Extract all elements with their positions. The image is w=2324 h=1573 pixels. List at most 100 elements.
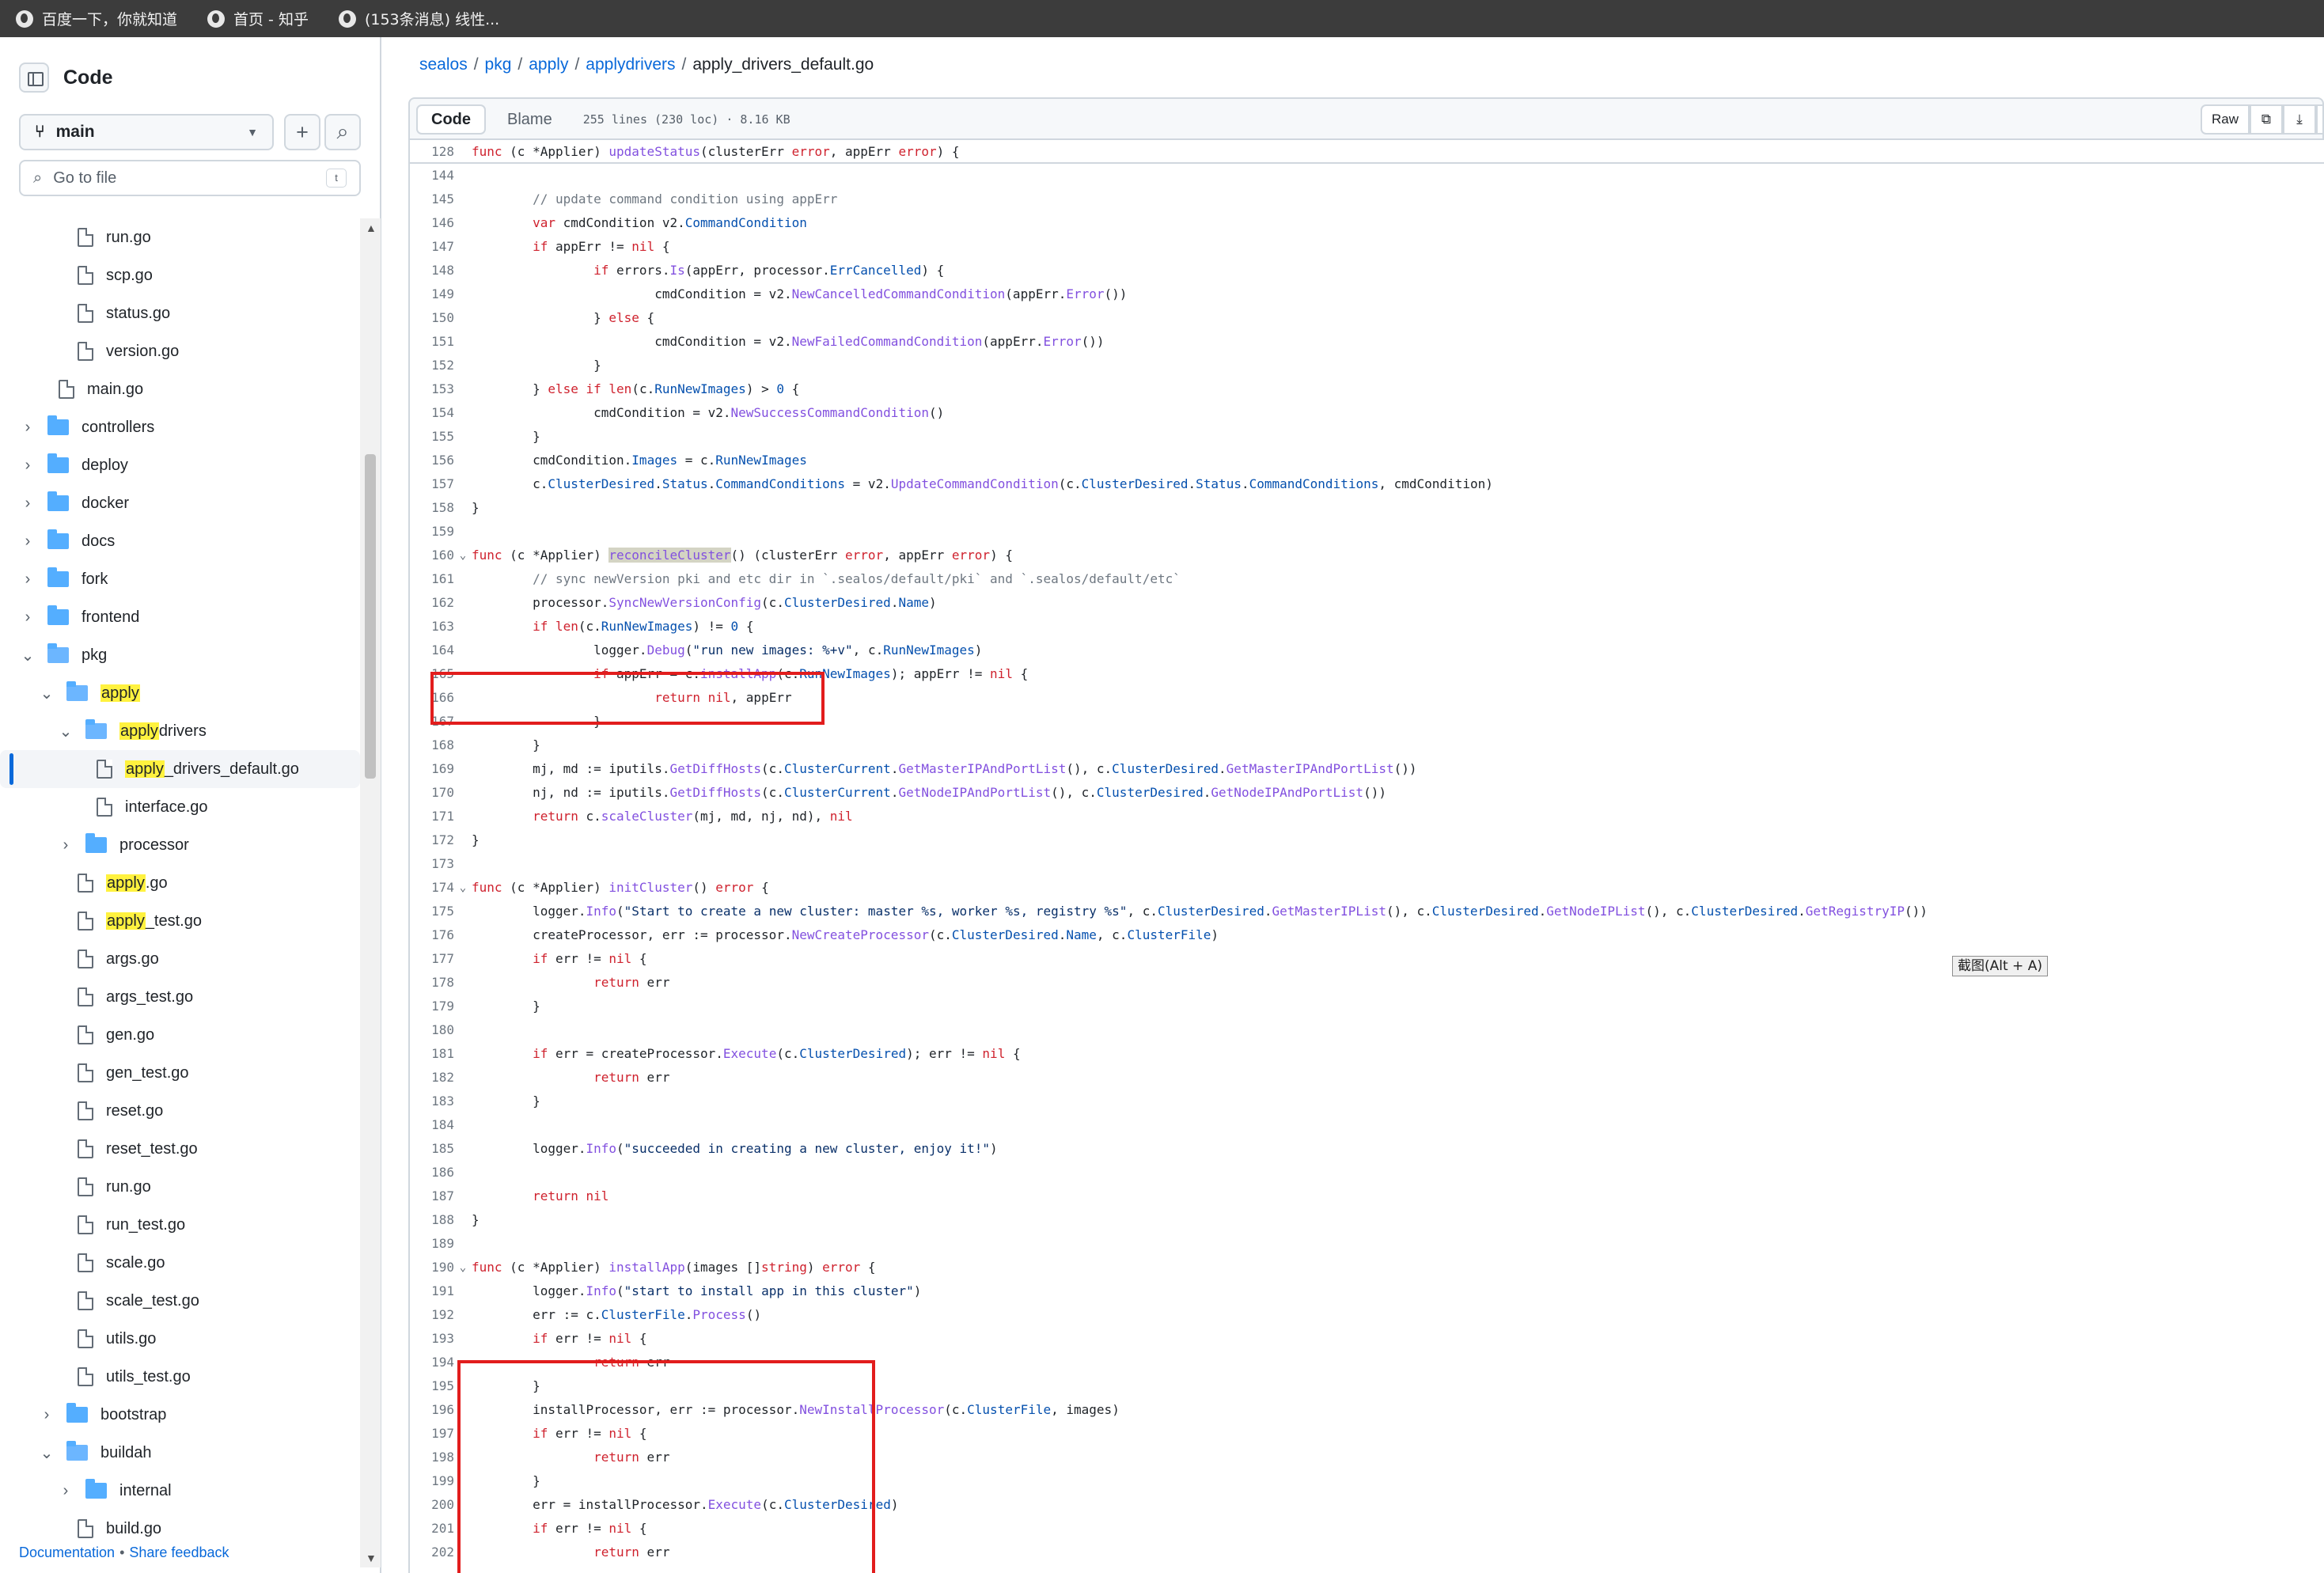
- fold-chevron-icon[interactable]: ⌄: [454, 544, 472, 567]
- line-number[interactable]: 161: [410, 567, 454, 591]
- line-number[interactable]: 191: [410, 1279, 454, 1303]
- chevron-down-icon[interactable]: ⌄: [38, 684, 55, 703]
- line-number[interactable]: 157: [410, 472, 454, 496]
- search-button[interactable]: ⌕: [324, 114, 361, 150]
- tree-file[interactable]: reset.go: [0, 1092, 360, 1130]
- line-number[interactable]: 148: [410, 259, 454, 282]
- tree-file[interactable]: apply_drivers_default.go: [0, 750, 360, 788]
- tree-folder[interactable]: › fork: [0, 560, 360, 598]
- line-number[interactable]: 169: [410, 757, 454, 781]
- collapse-sidebar-icon[interactable]: [19, 63, 49, 93]
- bookmark-csdn[interactable]: (153条消息) 线性...: [338, 8, 499, 29]
- line-number[interactable]: 150: [410, 306, 454, 330]
- line-number[interactable]: 158: [410, 496, 454, 520]
- tree-file[interactable]: apply_test.go: [0, 902, 360, 940]
- tree-folder[interactable]: › deploy: [0, 446, 360, 484]
- line-number[interactable]: 177: [410, 947, 454, 971]
- tree-folder[interactable]: › docs: [0, 522, 360, 560]
- breadcrumb-applydrivers[interactable]: applydrivers: [586, 55, 675, 74]
- line-number[interactable]: 159: [410, 520, 454, 544]
- tree-folder[interactable]: › controllers: [0, 408, 360, 446]
- line-number[interactable]: 170: [410, 781, 454, 805]
- tree-file[interactable]: gen_test.go: [0, 1054, 360, 1092]
- line-number[interactable]: 175: [410, 900, 454, 923]
- download-icon[interactable]: ⤓: [2283, 104, 2316, 135]
- line-number[interactable]: 160: [410, 544, 454, 567]
- tree-file[interactable]: run.go: [0, 1168, 360, 1206]
- line-number[interactable]: 200: [410, 1493, 454, 1517]
- tree-folder[interactable]: › bootstrap: [0, 1396, 360, 1434]
- tab-code[interactable]: Code: [416, 104, 486, 135]
- breadcrumb-sealos[interactable]: sealos: [419, 55, 468, 74]
- chevron-right-icon[interactable]: ›: [19, 533, 36, 551]
- tree-file[interactable]: build.go: [0, 1510, 360, 1548]
- tree-folder[interactable]: › frontend: [0, 598, 360, 636]
- line-number[interactable]: 201: [410, 1517, 454, 1541]
- line-number[interactable]: 146: [410, 211, 454, 235]
- tree-file[interactable]: interface.go: [0, 788, 360, 826]
- branch-selector[interactable]: ⑂ main ▼: [19, 114, 274, 150]
- line-number[interactable]: 171: [410, 805, 454, 828]
- line-number[interactable]: 198: [410, 1446, 454, 1469]
- line-number[interactable]: 172: [410, 828, 454, 852]
- tree-file[interactable]: gen.go: [0, 1016, 360, 1054]
- line-number[interactable]: 162: [410, 591, 454, 615]
- tree-file[interactable]: scale.go: [0, 1244, 360, 1282]
- line-number[interactable]: 178: [410, 971, 454, 995]
- tree-file[interactable]: run.go: [0, 218, 360, 256]
- chevron-right-icon[interactable]: ›: [57, 1482, 74, 1500]
- raw-button[interactable]: Raw: [2200, 104, 2250, 135]
- fold-chevron-icon[interactable]: ⌄: [454, 876, 472, 900]
- tree-file[interactable]: args_test.go: [0, 978, 360, 1016]
- line-number[interactable]: 156: [410, 449, 454, 472]
- share-feedback-link[interactable]: Share feedback: [129, 1545, 229, 1560]
- line-number[interactable]: 187: [410, 1184, 454, 1208]
- chevron-right-icon[interactable]: ›: [19, 457, 36, 475]
- line-number[interactable]: 147: [410, 235, 454, 259]
- bookmark-zhihu[interactable]: 首页 - 知乎: [207, 8, 309, 29]
- tree-folder[interactable]: ⌄ buildah: [0, 1434, 360, 1472]
- line-number[interactable]: 179: [410, 995, 454, 1018]
- line-number[interactable]: 155: [410, 425, 454, 449]
- line-number[interactable]: 184: [410, 1113, 454, 1137]
- more-actions[interactable]: [2316, 104, 2322, 135]
- tab-blame[interactable]: Blame: [494, 104, 566, 135]
- line-number[interactable]: 202: [410, 1541, 454, 1564]
- line-number[interactable]: 199: [410, 1469, 454, 1493]
- line-number[interactable]: 195: [410, 1374, 454, 1398]
- line-number[interactable]: 173: [410, 852, 454, 876]
- line-number[interactable]: 192: [410, 1303, 454, 1327]
- bookmark-baidu[interactable]: 百度一下，你就知道: [16, 8, 177, 29]
- tree-file[interactable]: args.go: [0, 940, 360, 978]
- line-number[interactable]: 180: [410, 1018, 454, 1042]
- line-number[interactable]: 185: [410, 1137, 454, 1161]
- fold-chevron-icon[interactable]: ⌄: [454, 1256, 472, 1279]
- tree-folder[interactable]: ⌄ pkg: [0, 636, 360, 674]
- tree-file[interactable]: version.go: [0, 332, 360, 370]
- tree-file[interactable]: status.go: [0, 294, 360, 332]
- line-number[interactable]: 194: [410, 1351, 454, 1374]
- add-file-button[interactable]: +: [284, 114, 320, 150]
- line-number[interactable]: 183: [410, 1090, 454, 1113]
- documentation-link[interactable]: Documentation: [19, 1545, 115, 1560]
- tree-file[interactable]: utils.go: [0, 1320, 360, 1358]
- line-number[interactable]: 188: [410, 1208, 454, 1232]
- line-number[interactable]: 181: [410, 1042, 454, 1066]
- line-number[interactable]: 182: [410, 1066, 454, 1090]
- line-number[interactable]: 186: [410, 1161, 454, 1184]
- chevron-down-icon[interactable]: ⌄: [38, 1443, 55, 1463]
- chevron-right-icon[interactable]: ›: [19, 495, 36, 513]
- chevron-right-icon[interactable]: ›: [57, 836, 74, 855]
- breadcrumb-pkg[interactable]: pkg: [485, 55, 512, 74]
- scrollbar-thumb[interactable]: [365, 454, 376, 779]
- tree-file[interactable]: run_test.go: [0, 1206, 360, 1244]
- line-number[interactable]: 193: [410, 1327, 454, 1351]
- tree-file[interactable]: scale_test.go: [0, 1282, 360, 1320]
- tree-file[interactable]: utils_test.go: [0, 1358, 360, 1396]
- line-number[interactable]: 197: [410, 1422, 454, 1446]
- tree-folder[interactable]: ⌄ apply: [0, 674, 360, 712]
- copy-icon[interactable]: ⧉: [2250, 104, 2283, 135]
- line-number[interactable]: 149: [410, 282, 454, 306]
- scroll-up-icon[interactable]: ▲: [366, 222, 377, 234]
- breadcrumb-apply[interactable]: apply: [529, 55, 568, 74]
